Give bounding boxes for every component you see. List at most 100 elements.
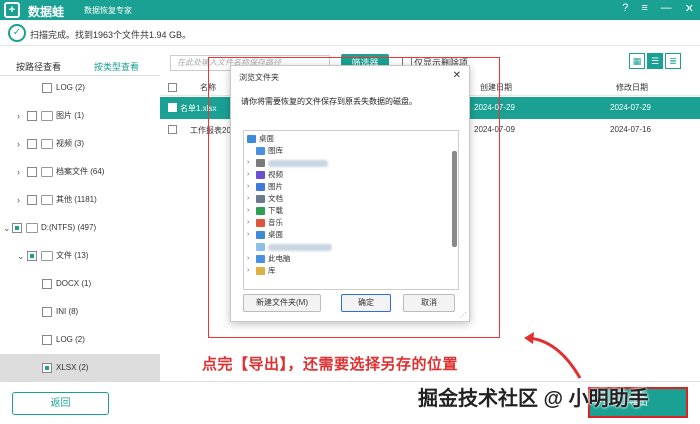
help-icon[interactable]: ? <box>622 2 628 15</box>
folder-label: 图库 <box>268 146 283 155</box>
chevron-right-icon[interactable]: › <box>247 229 249 241</box>
folder-item-documents[interactable]: › 文档 <box>244 193 449 205</box>
scrollbar-thumb[interactable] <box>452 151 457 247</box>
tree-item-label: 图片 (1) <box>56 111 84 120</box>
tree-item-videos[interactable]: › 视频 (3) <box>0 130 160 158</box>
modified-date: 2024-07-16 <box>610 125 651 134</box>
folder-label: 桌面 <box>268 230 283 239</box>
chevron-down-icon[interactable]: ⌄ <box>17 242 25 270</box>
close-icon[interactable]: ✕ <box>685 2 694 15</box>
checkbox[interactable] <box>27 139 37 149</box>
chevron-right-icon[interactable]: › <box>247 157 249 169</box>
tree-item-ini[interactable]: INI (8) <box>0 298 160 326</box>
chevron-down-icon[interactable]: ⌄ <box>3 214 11 242</box>
chevron-right-icon[interactable]: › <box>247 253 249 265</box>
tree-item-docx[interactable]: DOCX (1) <box>0 270 160 298</box>
tree-item-archives[interactable]: › 档案文件 (64) <box>0 158 160 186</box>
tree-item-label: INI (8) <box>56 307 79 316</box>
list-view-icon[interactable]: ☰ <box>647 53 663 69</box>
checkbox[interactable] <box>42 83 52 93</box>
folder-item-desktop[interactable]: 桌面 <box>244 133 449 145</box>
chevron-right-icon[interactable]: › <box>247 181 249 193</box>
check-circle-icon: ✓ <box>8 24 26 42</box>
dialog-close-icon[interactable]: ✕ <box>453 70 461 81</box>
folder-label: 图片 <box>268 182 283 191</box>
folder-label: 此电脑 <box>268 254 291 263</box>
row-checkbox[interactable] <box>168 125 177 134</box>
chevron-right-icon[interactable]: › <box>247 265 249 277</box>
folder-item-music[interactable]: › 音乐 <box>244 217 449 229</box>
folder-item-downloads[interactable]: › 下载 <box>244 205 449 217</box>
tree-item-log-2[interactable]: LOG (2) <box>0 326 160 354</box>
resize-grip-icon[interactable]: ⋰ <box>460 311 467 319</box>
tree-item-label: 档案文件 (64) <box>56 167 105 176</box>
tree-item-drive-d[interactable]: ⌄ D:(NTFS) (497) <box>0 214 160 242</box>
video-icon <box>256 171 265 179</box>
ok-button[interactable]: 确定 <box>341 294 391 312</box>
chevron-right-icon[interactable]: › <box>247 217 249 229</box>
folder-tree[interactable]: 桌面 图库 › › 视频 › 图片 › 文档 › 下载 › 音乐 › 桌面 › … <box>243 130 459 290</box>
tree-item-documents[interactable]: ⌄ 文件 (13) <box>0 242 160 270</box>
tree-item-label: LOG (2) <box>56 83 85 92</box>
checkbox[interactable] <box>42 363 52 373</box>
folder-item-gallery[interactable]: 图库 <box>244 145 449 157</box>
tree-item-images[interactable]: › 图片 (1) <box>0 102 160 130</box>
folder-item-hidden[interactable] <box>244 241 449 253</box>
select-all-checkbox[interactable] <box>168 83 177 92</box>
back-button[interactable]: 返回 <box>12 392 109 415</box>
folder-label: 文档 <box>268 194 283 203</box>
chevron-right-icon[interactable]: › <box>247 169 249 181</box>
annotation-text: 点完【导出】，还需要选择另存的位置 <box>202 356 459 373</box>
tree-item-other[interactable]: › 其他 (1181) <box>0 186 160 214</box>
folder-item-this-pc[interactable]: › 此电脑 <box>244 253 449 265</box>
chevron-right-icon[interactable]: › <box>17 158 20 186</box>
title-bar: + 数据蛙 数据恢复专家 ? ≡ — ✕ <box>0 0 700 20</box>
library-icon <box>256 267 265 275</box>
document-icon <box>256 195 265 203</box>
video-folder-icon <box>41 139 53 149</box>
checkbox[interactable] <box>42 335 52 345</box>
tree-item-label: 文件 (13) <box>56 251 89 260</box>
document-folder-icon <box>41 251 53 261</box>
modified-date: 2024-07-29 <box>610 103 651 112</box>
tree-item-label: XLSX (2) <box>56 363 89 372</box>
app-subtitle: 数据恢复专家 <box>84 6 132 15</box>
checkbox[interactable] <box>27 195 37 205</box>
tab-by-path[interactable]: 按路径查看 <box>16 60 61 73</box>
folder-item-libraries[interactable]: › 库 <box>244 265 449 277</box>
music-icon <box>256 219 265 227</box>
tree-item-log[interactable]: LOG (2) <box>0 74 160 102</box>
checkbox[interactable] <box>27 111 37 121</box>
row-checkbox[interactable] <box>168 103 177 112</box>
tree-item-label: 视频 (3) <box>56 139 84 148</box>
checkbox[interactable] <box>27 251 37 261</box>
app-logo-icon: + <box>4 2 20 18</box>
cancel-button[interactable]: 取消 <box>403 294 455 312</box>
blurred-label <box>268 160 328 167</box>
checkbox[interactable] <box>27 167 37 177</box>
checkbox[interactable] <box>42 279 52 289</box>
chevron-right-icon[interactable]: › <box>17 186 20 214</box>
chevron-right-icon[interactable]: › <box>17 102 20 130</box>
tree-item-xlsx[interactable]: XLSX (2) <box>0 354 160 382</box>
detail-view-icon[interactable]: ≣ <box>665 53 681 69</box>
folder-item-videos[interactable]: › 视频 <box>244 169 449 181</box>
new-folder-button[interactable]: 新建文件夹(M) <box>243 294 321 312</box>
folder-scrollbar[interactable] <box>452 133 457 289</box>
folder-item-desktop-2[interactable]: › 桌面 <box>244 229 449 241</box>
chevron-right-icon[interactable]: › <box>247 193 249 205</box>
folder-icon <box>256 243 265 251</box>
minimize-icon[interactable]: — <box>661 2 672 15</box>
chevron-right-icon[interactable]: › <box>247 205 249 217</box>
gallery-icon <box>256 147 265 155</box>
checkbox[interactable] <box>12 223 22 233</box>
scan-status-text: 扫描完成。找到1963个文件共1.94 GB。 <box>30 30 192 40</box>
checkbox[interactable] <box>42 307 52 317</box>
col-modified[interactable]: 修改日期 <box>616 82 648 93</box>
tree-item-label: DOCX (1) <box>56 279 92 288</box>
grid-view-icon[interactable]: ▦ <box>629 53 645 69</box>
menu-icon[interactable]: ≡ <box>641 2 647 15</box>
folder-item-user[interactable]: › <box>244 157 449 169</box>
chevron-right-icon[interactable]: › <box>17 130 20 158</box>
folder-item-pictures[interactable]: › 图片 <box>244 181 449 193</box>
